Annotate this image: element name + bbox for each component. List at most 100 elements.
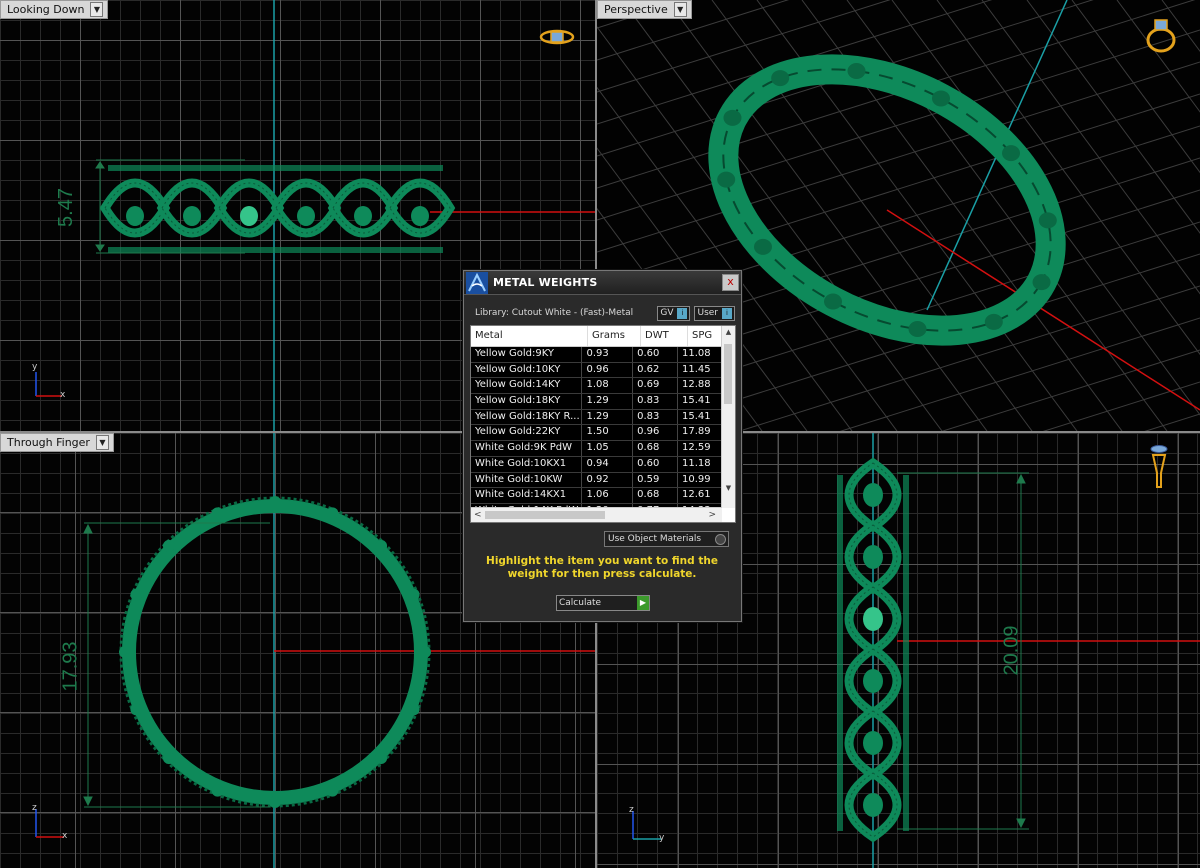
- dimension-label: 5.47: [54, 188, 77, 227]
- user-select[interactable]: User i: [694, 305, 735, 321]
- ring-stone: [931, 90, 950, 107]
- cell-spg: 12.59: [678, 441, 722, 456]
- chevron-down-icon[interactable]: ▼: [90, 2, 104, 17]
- ring-view-icon[interactable]: [1143, 16, 1179, 56]
- cell-dwt: 0.59: [633, 472, 679, 488]
- cell-grams: 0.94: [582, 456, 634, 472]
- dialog-title-bar[interactable]: METAL WEIGHTS x: [464, 271, 741, 295]
- ring-stone: [984, 313, 1003, 330]
- gv-select[interactable]: GV i: [657, 305, 691, 321]
- table-row[interactable]: White Gold:14KX1 1.06 0.68 12.61: [471, 488, 722, 504]
- app-logo-icon: [466, 271, 488, 294]
- ring-stone: [130, 703, 143, 716]
- use-object-materials-label: Use Object Materials: [608, 534, 702, 544]
- cell-grams: 1.50: [582, 425, 634, 441]
- cell-metal: White Gold:10KX1: [471, 456, 583, 472]
- scroll-down-icon[interactable]: ▼: [722, 484, 735, 492]
- table-vertical-scrollbar[interactable]: ▲ ▼: [721, 326, 735, 508]
- ring-view-icon[interactable]: [538, 26, 576, 48]
- scroll-thumb[interactable]: [724, 344, 732, 404]
- ring-stone: [753, 238, 772, 255]
- metal-table[interactable]: Metal Grams DWT SPG Yellow Gold:9KY 0.93 0…: [470, 325, 736, 523]
- table-row[interactable]: White Gold:10KX1 0.94 0.60 11.18: [471, 456, 722, 473]
- info-icon: i: [722, 307, 732, 319]
- cell-spg: 17.89: [678, 425, 722, 441]
- cell-metal: Yellow Gold:22KY: [471, 425, 583, 441]
- scroll-up-icon[interactable]: ▲: [722, 328, 735, 336]
- chevron-down-icon[interactable]: ▼: [95, 435, 109, 450]
- table-row[interactable]: Yellow Gold:9KY 0.93 0.60 11.08: [471, 347, 722, 363]
- cell-grams: 0.93: [582, 347, 634, 362]
- table-header: Metal Grams DWT SPG: [471, 326, 735, 347]
- metal-weights-dialog: METAL WEIGHTS x Library: Cutout White - …: [463, 270, 742, 622]
- cell-metal: Yellow Gold:14KY: [471, 378, 583, 394]
- table-row[interactable]: Yellow Gold:18KY 1.29 0.83 15.41: [471, 394, 722, 410]
- band-stone: [126, 206, 144, 226]
- cell-dwt: 0.68: [633, 441, 679, 456]
- ring-stone: [375, 752, 388, 765]
- ring-stone: [407, 703, 420, 716]
- scroll-right-icon[interactable]: >: [708, 508, 716, 522]
- band-stone: [183, 206, 201, 226]
- band-stone: [863, 607, 883, 631]
- ring-stone: [847, 62, 866, 79]
- ring-stone: [269, 796, 281, 808]
- viewport-label[interactable]: Perspective ▼: [597, 0, 692, 19]
- cell-spg: 10.99: [678, 472, 722, 488]
- viewport-label-text: Through Finger: [7, 436, 90, 449]
- ring-front-view: [119, 496, 431, 808]
- column-header-dwt[interactable]: DWT: [641, 326, 688, 346]
- table-row[interactable]: White Gold:10KW 0.92 0.59 10.99: [471, 472, 722, 489]
- cell-spg: 12.88: [678, 378, 722, 394]
- cell-dwt: 0.69: [633, 378, 679, 394]
- ring-stone: [162, 539, 175, 552]
- cell-spg: 15.41: [678, 409, 722, 425]
- chevron-down-icon[interactable]: ▼: [673, 2, 687, 17]
- band-rail: [903, 475, 909, 831]
- scroll-left-icon[interactable]: <: [474, 508, 482, 522]
- ring-stone: [130, 588, 143, 601]
- cell-spg: 11.08: [678, 347, 722, 362]
- cell-grams: 1.06: [582, 488, 634, 503]
- ring-stone: [269, 496, 281, 508]
- cell-metal: White Gold:10KW: [471, 472, 583, 488]
- radio-icon[interactable]: [715, 534, 726, 545]
- ring-stone: [1002, 145, 1021, 162]
- cell-metal: Yellow Gold:18KY: [471, 394, 583, 409]
- table-row[interactable]: Yellow Gold:10KY 0.96 0.62 11.45: [471, 362, 722, 379]
- viewport-label-text: Looking Down: [7, 3, 85, 16]
- play-icon[interactable]: ▶: [637, 596, 649, 610]
- table-horizontal-scrollbar[interactable]: < >: [471, 507, 722, 522]
- ring-stone: [824, 293, 843, 310]
- ring-stone: [771, 70, 790, 87]
- axis-right-label: x: [60, 390, 66, 400]
- use-object-materials-button[interactable]: Use Object Materials: [604, 531, 729, 547]
- column-header-metal[interactable]: Metal: [471, 326, 588, 346]
- close-button[interactable]: x: [722, 274, 739, 291]
- column-header-grams[interactable]: Grams: [588, 326, 641, 346]
- table-row[interactable]: White Gold:9K PdW 1.05 0.68 12.59: [471, 441, 722, 457]
- band-rail: [108, 165, 443, 171]
- gv-select-label: GV: [660, 307, 674, 318]
- viewport-label[interactable]: Looking Down ▼: [0, 0, 109, 19]
- ring-stone: [162, 752, 175, 765]
- table-row[interactable]: Yellow Gold:18KY R... 1.29 0.83 15.41: [471, 409, 722, 426]
- calculate-button[interactable]: Calculate ▶: [556, 595, 650, 611]
- ring-stone: [326, 507, 339, 520]
- band-stone: [863, 545, 883, 569]
- cell-metal: Yellow Gold:18KY R...: [471, 409, 583, 425]
- scroll-thumb[interactable]: [485, 511, 605, 519]
- band-stone: [411, 206, 429, 226]
- table-row[interactable]: Yellow Gold:22KY 1.50 0.96 17.89: [471, 425, 722, 442]
- ring-stone: [211, 507, 224, 520]
- cell-metal: White Gold:9K PdW: [471, 441, 583, 456]
- dimension-label: 17.93: [59, 641, 82, 692]
- cell-dwt: 0.83: [633, 409, 679, 425]
- cell-grams: 0.92: [582, 472, 634, 488]
- user-select-label: User: [697, 307, 718, 318]
- ring-view-icon[interactable]: [1147, 443, 1171, 491]
- cell-dwt: 0.62: [633, 362, 679, 378]
- axis-right-label: x: [62, 831, 68, 841]
- viewport-label[interactable]: Through Finger ▼: [0, 433, 114, 452]
- table-row[interactable]: Yellow Gold:14KY 1.08 0.69 12.88: [471, 378, 722, 395]
